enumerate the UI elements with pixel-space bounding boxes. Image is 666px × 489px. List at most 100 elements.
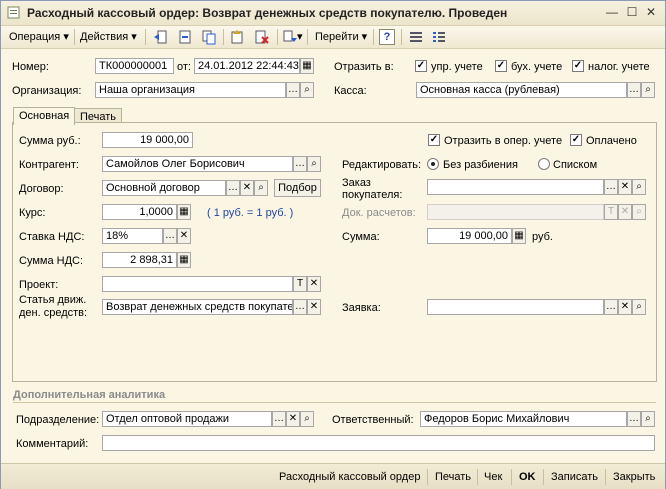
settings-list-icon[interactable] xyxy=(431,29,447,45)
save-button[interactable]: Записать xyxy=(551,469,598,485)
vat-rate-field[interactable]: 18% xyxy=(102,228,163,244)
action-bar-separator xyxy=(543,469,544,485)
request-search-icon[interactable]: ⌕ xyxy=(632,299,646,315)
unpost-icon[interactable] xyxy=(177,29,193,45)
section-divider xyxy=(13,402,656,403)
window-title: Расходный кассовый ордер: Возврат денежн… xyxy=(27,6,508,20)
minimize-icon[interactable]: — xyxy=(604,5,620,20)
receipt-button[interactable]: Чек xyxy=(484,469,502,485)
copy-icon[interactable] xyxy=(201,29,217,45)
list-radio[interactable] xyxy=(538,158,550,170)
actions-menu[interactable]: Действия ▾ xyxy=(76,28,141,46)
close-button[interactable]: Закрыть xyxy=(613,469,655,485)
delete-mark-icon[interactable] xyxy=(254,29,270,45)
tab-main[interactable]: Основная xyxy=(13,107,76,125)
toolbar-separator xyxy=(145,29,146,45)
customer-order-select-button[interactable]: … xyxy=(604,179,618,195)
toolbar-separator xyxy=(223,29,224,45)
structure-icon[interactable] xyxy=(282,29,298,45)
additional-analytics-heading: Дополнительная аналитика xyxy=(13,389,166,401)
customer-order-search-icon[interactable]: ⌕ xyxy=(632,179,646,195)
vat-sum-calculator-icon[interactable]: ▦ xyxy=(177,252,191,268)
structure-dropdown-icon[interactable]: ▾ xyxy=(297,28,303,46)
operation-menu[interactable]: Операция ▾ xyxy=(5,28,73,46)
paid-checkbox[interactable]: ✓ xyxy=(570,134,582,146)
customer-order-clear-icon[interactable]: ✕ xyxy=(618,179,632,195)
project-type-icon[interactable]: T xyxy=(293,276,307,292)
request-field[interactable] xyxy=(427,299,604,315)
counterparty-label: Контрагент: xyxy=(19,159,79,171)
date-field[interactable]: 24.01.2012 22:44:43 xyxy=(194,58,300,74)
organization-label: Организация: xyxy=(12,85,82,97)
help-icon[interactable]: ? xyxy=(379,29,395,45)
counterparty-search-icon[interactable]: ⌕ xyxy=(307,156,321,172)
amount-currency: руб. xyxy=(532,231,553,243)
amount-field[interactable]: 19 000,00 xyxy=(427,228,512,244)
rate-label: Курс: xyxy=(19,207,46,219)
calculator-icon[interactable]: ▦ xyxy=(177,204,191,220)
project-clear-icon[interactable]: ✕ xyxy=(307,276,321,292)
contract-field[interactable]: Основной договор xyxy=(102,180,226,196)
ok-button[interactable]: OK xyxy=(519,469,536,485)
cashbox-search-icon[interactable]: ⌕ xyxy=(641,82,655,98)
project-label: Проект: xyxy=(19,279,59,291)
settlement-doc-search-icon: ⌕ xyxy=(632,204,646,220)
mgmt-accounting-checkbox[interactable]: ✓ xyxy=(415,60,427,72)
request-clear-icon[interactable]: ✕ xyxy=(618,299,632,315)
based-on-icon[interactable] xyxy=(229,29,245,45)
reflect-label: Отразить в: xyxy=(334,61,394,73)
maximize-icon[interactable]: ☐ xyxy=(624,5,640,20)
tax-accounting-checkbox[interactable]: ✓ xyxy=(572,60,584,72)
organization-search-icon[interactable]: ⌕ xyxy=(300,82,314,98)
contract-search-icon[interactable]: ⌕ xyxy=(254,180,268,196)
sum-field[interactable]: 19 000,00 xyxy=(102,132,193,148)
organization-field[interactable]: Наша организация xyxy=(95,82,286,98)
comment-label: Комментарий: xyxy=(16,438,89,450)
cashflow-item-field[interactable]: Возврат денежных средств покупате xyxy=(102,299,293,315)
vat-rate-select-button[interactable]: … xyxy=(163,228,177,244)
reflect-oper-checkbox[interactable]: ✓ xyxy=(428,134,440,146)
no-split-label: Без разбиения xyxy=(443,159,518,171)
mgmt-accounting-label: упр. учете xyxy=(431,61,483,73)
division-clear-icon[interactable]: ✕ xyxy=(286,411,300,427)
select-button[interactable]: Подбор xyxy=(274,179,321,197)
post-icon[interactable] xyxy=(152,29,168,45)
list-view-icon[interactable] xyxy=(408,29,424,45)
goto-menu[interactable]: Перейти ▾ xyxy=(311,28,371,46)
rate-field[interactable]: 1,0000 xyxy=(102,204,177,220)
division-label: Подразделение: xyxy=(16,414,100,426)
cashbox-field[interactable]: Основная касса (рублевая) xyxy=(416,82,627,98)
book-accounting-checkbox[interactable]: ✓ xyxy=(495,60,507,72)
number-field[interactable]: ТК000000001 xyxy=(95,58,174,74)
vat-sum-field[interactable]: 2 898,31 xyxy=(102,252,177,268)
contract-clear-icon[interactable]: ✕ xyxy=(240,180,254,196)
close-icon[interactable]: ✕ xyxy=(643,5,659,20)
settlement-doc-field xyxy=(427,204,604,220)
amount-calculator-icon[interactable]: ▦ xyxy=(512,228,526,244)
customer-order-field[interactable] xyxy=(427,179,604,195)
counterparty-field[interactable]: Самойлов Олег Борисович xyxy=(102,156,293,172)
print-button[interactable]: Печать xyxy=(435,469,471,485)
print-form-button[interactable]: Расходный кассовый ордер xyxy=(279,469,420,485)
cashflow-item-select-button[interactable]: … xyxy=(293,299,307,315)
vat-sum-label: Сумма НДС: xyxy=(19,255,84,267)
division-field[interactable]: Отдел оптовой продажи xyxy=(102,411,272,427)
no-split-radio[interactable] xyxy=(427,158,439,170)
project-field[interactable] xyxy=(102,276,293,292)
action-bar: Расходный кассовый ордер Печать Чек OK З… xyxy=(1,463,665,489)
comment-field[interactable] xyxy=(102,435,655,451)
calendar-icon[interactable]: ▦ xyxy=(300,58,314,74)
responsible-select-button[interactable]: … xyxy=(627,411,641,427)
division-search-icon[interactable]: ⌕ xyxy=(300,411,314,427)
counterparty-select-button[interactable]: … xyxy=(293,156,307,172)
organization-select-button[interactable]: … xyxy=(286,82,300,98)
cashbox-select-button[interactable]: … xyxy=(627,82,641,98)
division-select-button[interactable]: … xyxy=(272,411,286,427)
request-select-button[interactable]: … xyxy=(604,299,618,315)
contract-select-button[interactable]: … xyxy=(226,180,240,196)
responsible-field[interactable]: Федоров Борис Михайлович xyxy=(420,411,627,427)
responsible-search-icon[interactable]: ⌕ xyxy=(641,411,655,427)
cashflow-item-clear-icon[interactable]: ✕ xyxy=(307,299,321,315)
vat-rate-clear-icon[interactable]: ✕ xyxy=(177,228,191,244)
action-bar-separator xyxy=(511,469,512,485)
